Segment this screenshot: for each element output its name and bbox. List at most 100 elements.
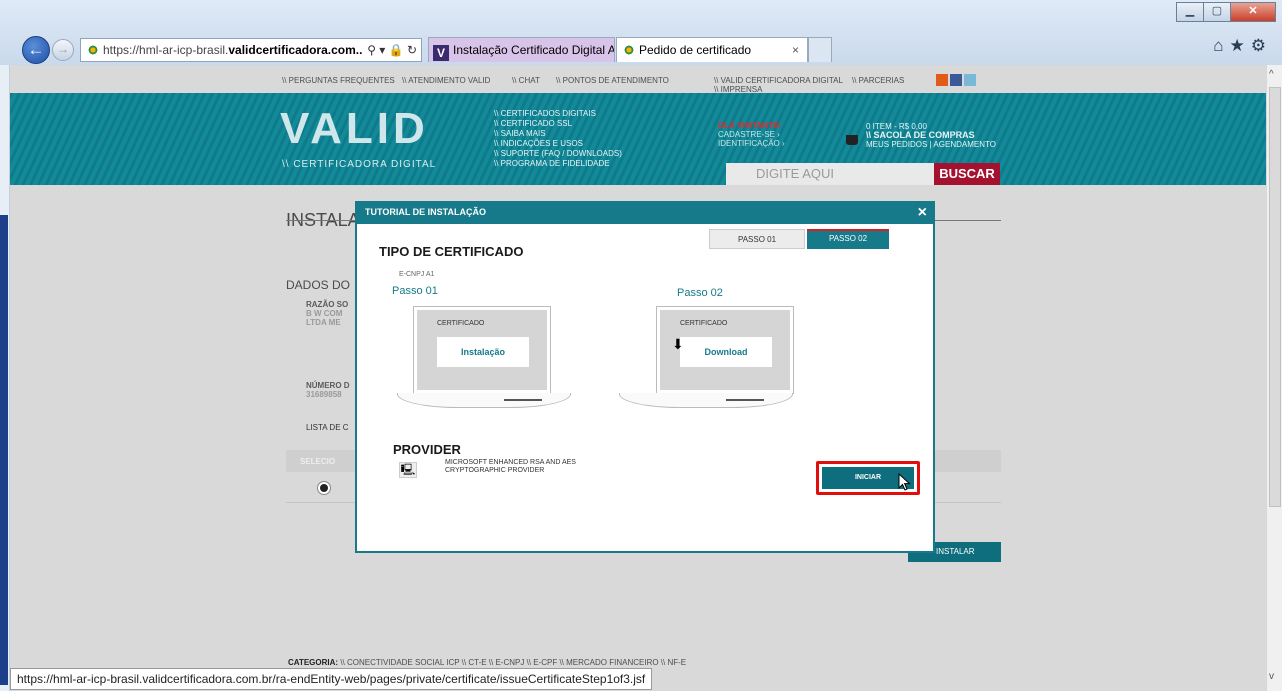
site-favicon-icon <box>623 44 635 56</box>
table-header-label: SELECIO <box>300 457 336 466</box>
menu-item[interactable]: \\ PROGRAMA DE FIDELIDADE <box>494 159 622 169</box>
numero-value: 31689858 <box>306 390 342 399</box>
login-link[interactable]: IDENTIFICAÇÃO › <box>718 139 785 148</box>
new-tab-button[interactable] <box>808 37 832 62</box>
nav-parcerias[interactable]: \\ PARCERIAS <box>852 76 904 85</box>
step-1-label: Passo 01 <box>392 285 438 297</box>
provider-heading: PROVIDER <box>393 442 461 457</box>
top-nav: \\ PERGUNTAS FREQUENTES \\ ATENDIMENTO V… <box>10 65 1267 94</box>
certificate-type-heading: TIPO DE CERTIFICADO <box>379 244 524 259</box>
facebook-icon[interactable] <box>950 74 962 86</box>
tab-label: Instalação Certificado Digital A1 <box>453 43 615 57</box>
search-button[interactable]: BUSCAR <box>934 163 1000 185</box>
menu-item[interactable]: \\ CERTIFICADOS DIGITAIS <box>494 109 622 119</box>
nav-chat[interactable]: \\ CHAT <box>512 76 540 85</box>
menu-item[interactable]: \\ INDICAÇÕES E USOS <box>494 139 622 149</box>
left-edge-mark <box>0 215 8 685</box>
forward-arrow-icon[interactable]: → <box>52 39 74 61</box>
browser-chrome: ▁ ▢ ✕ ← → https://hml-ar-icp-brasil.vali… <box>0 0 1282 66</box>
scroll-down-icon[interactable]: v <box>1269 671 1274 682</box>
tab-instalacao[interactable]: V Instalação Certificado Digital A1 <box>428 37 615 62</box>
home-icon[interactable]: ⌂ <box>1213 36 1229 55</box>
modal-header: TUTORIAL DE INSTALAÇÃO × <box>357 203 933 224</box>
address-prefix: https://hml-ar-icp-brasil. <box>103 43 229 57</box>
step-2-label: Passo 02 <box>677 287 723 299</box>
browser-toolbar-icons: ⌂★⚙ <box>1213 36 1272 56</box>
certificate-type-value: E-CNPJ A1 <box>399 271 435 278</box>
download-arrow-icon: ⬇ <box>672 336 684 352</box>
install-panel: Instalação <box>437 337 529 367</box>
provider-name: MICROSOFT ENHANCED RSA AND AES CRYPTOGRA… <box>445 459 576 475</box>
modal-close-icon[interactable]: × <box>918 204 927 222</box>
valid-logo[interactable]: VALID <box>280 107 429 151</box>
category-bar: CATEGORIA: \\ CONECTIVIDADE SOCIAL ICP \… <box>288 658 686 667</box>
modal-title: TUTORIAL DE INSTALAÇÃO <box>365 207 486 217</box>
nav-atendimento[interactable]: \\ ATENDIMENTO VALID <box>402 76 490 85</box>
visitor-greeting: OLÁ VISITANTE! CADASTRE-SE › IDENTIFICAÇ… <box>718 121 785 148</box>
laptop-step-1: CERTIFICADO Instalação <box>414 307 550 393</box>
search-input[interactable]: DIGITE AQUI <box>726 163 934 185</box>
menu-item[interactable]: \\ CERTIFICADO SSL <box>494 119 622 129</box>
close-window-icon[interactable]: ✕ <box>1230 2 1276 22</box>
status-bar-url: https://hml-ar-icp-brasil.validcertifica… <box>10 668 653 690</box>
logo-subtitle: \\ CERTIFICADORA DIGITAL <box>282 159 437 170</box>
provider-line-2: CRYPTOGRAPHIC PROVIDER <box>445 467 545 474</box>
nav-faq[interactable]: \\ PERGUNTAS FREQUENTES <box>282 76 395 85</box>
certificate-caption: CERTIFICADO <box>680 320 728 327</box>
scroll-up-icon[interactable]: ^ <box>1269 69 1274 80</box>
section-title: DADOS DO <box>286 278 351 292</box>
menu-item[interactable]: \\ SUPORTE (FAQ / DOWNLOADS) <box>494 149 622 159</box>
maximize-icon[interactable]: ▢ <box>1203 2 1231 22</box>
address-bar[interactable]: https://hml-ar-icp-brasil.validcertifica… <box>80 38 422 62</box>
orders-link[interactable]: MEUS PEDIDOS | AGENDAMENTO <box>866 140 996 149</box>
minimize-icon[interactable]: ▁ <box>1176 2 1204 22</box>
vertical-scrollbar[interactable]: ^ v <box>1266 65 1282 691</box>
gear-icon[interactable]: ⚙ <box>1251 36 1272 55</box>
scrollbar-thumb[interactable] <box>1269 87 1281 507</box>
laptop-base <box>619 393 793 408</box>
cart-summary: 0 ITEM - R$ 0,00 \\ SACOLA DE COMPRAS ME… <box>866 122 996 149</box>
site-favicon-icon <box>87 44 99 56</box>
address-tools-icons[interactable]: ⚲ ▾ 🔒 ↻ <box>363 39 417 61</box>
category-label: CATEGORIA: <box>288 658 339 667</box>
nav-valid[interactable]: \\ VALID CERTIFICADORA DIGITAL <box>714 76 843 85</box>
razao-value-1: B W COM <box>306 309 343 318</box>
left-edge <box>0 65 10 691</box>
window-controls: ▁ ▢ ✕ <box>1176 2 1276 22</box>
numero-label: NÚMERO D <box>306 381 350 390</box>
menu-item[interactable]: \\ SAIBA MAIS <box>494 129 622 139</box>
blog-icon[interactable] <box>936 74 948 86</box>
laptop-slot <box>726 399 764 401</box>
tab-close-icon[interactable]: × <box>792 38 799 62</box>
tab-step-2[interactable]: PASSO 02 <box>807 229 889 249</box>
mouse-cursor-icon <box>898 473 911 491</box>
nav-pontos[interactable]: \\ PONTOS DE ATENDIMENTO <box>556 76 669 85</box>
laptop-slot <box>504 399 542 401</box>
computer-icon: 🖳 <box>399 462 417 478</box>
greeting-text: OLÁ VISITANTE! <box>718 121 781 130</box>
certificate-radio[interactable] <box>318 482 330 494</box>
tab-step-1[interactable]: PASSO 01 <box>709 229 805 249</box>
category-links[interactable]: \\ CONECTIVIDADE SOCIAL ICP \\ CT-E \\ E… <box>340 658 686 667</box>
header-banner <box>10 93 1267 185</box>
lista-label: LISTA DE C <box>306 423 349 432</box>
laptop-step-2: CERTIFICADO Download ⬇ <box>657 307 793 393</box>
download-panel: Download <box>680 337 772 367</box>
address-domain: validcertificadora.com.... <box>228 43 370 57</box>
laptop-base <box>397 393 571 408</box>
main-menu: \\ CERTIFICADOS DIGITAIS \\ CERTIFICADO … <box>494 109 622 169</box>
cart-link[interactable]: \\ SACOLA DE COMPRAS <box>866 131 996 140</box>
valid-logo-icon: V <box>433 45 449 61</box>
signup-link[interactable]: CADASTRE-SE › <box>718 130 785 139</box>
razao-value-2: LTDA ME <box>306 318 341 327</box>
certificate-caption: CERTIFICADO <box>437 320 485 327</box>
twitter-icon[interactable] <box>964 74 976 86</box>
tab-label: Pedido de certificado <box>639 43 752 57</box>
provider-line-1: MICROSOFT ENHANCED RSA AND AES <box>445 459 576 466</box>
shopping-bag-icon[interactable] <box>846 135 858 145</box>
razao-label: RAZÃO SO <box>306 300 349 309</box>
back-arrow-icon[interactable]: ← <box>22 36 50 64</box>
tutorial-modal: TUTORIAL DE INSTALAÇÃO × PASSO 01 PASSO … <box>355 201 935 553</box>
tab-pedido[interactable]: Pedido de certificado × <box>616 37 808 62</box>
favorites-star-icon[interactable]: ★ <box>1230 36 1251 55</box>
